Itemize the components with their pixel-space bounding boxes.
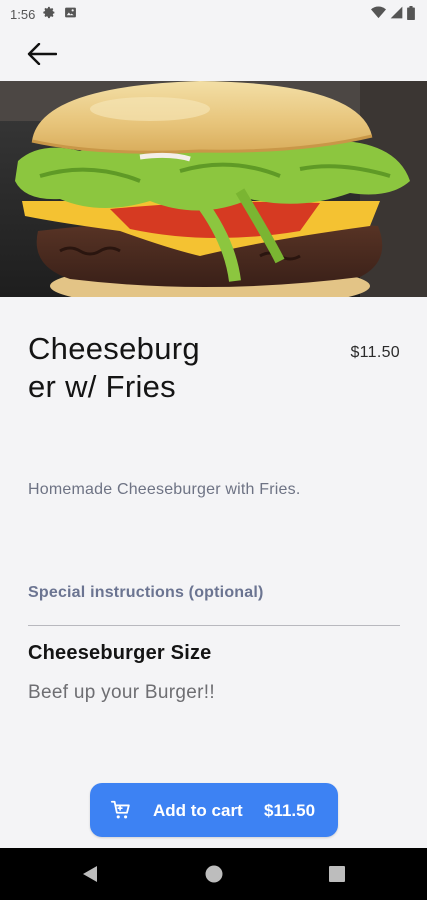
gear-icon (43, 6, 56, 22)
cart-icon (110, 800, 130, 819)
back-triangle-icon (83, 866, 97, 882)
add-to-cart-price: $11.50 (264, 801, 316, 820)
add-to-cart-button[interactable]: Add to cart $11.50 (90, 783, 338, 837)
battery-icon (407, 5, 415, 23)
app-bar (0, 28, 427, 80)
item-description: Homemade Cheeseburger with Fries. (28, 481, 301, 498)
option-group-subtitle: Beef up your Burger!! (28, 682, 215, 703)
home-circle-icon (205, 865, 223, 883)
burger-photo (0, 81, 427, 297)
status-left: 1:56 (10, 6, 77, 22)
status-time: 1:56 (10, 6, 36, 22)
item-price: $11.50 (350, 344, 400, 361)
add-to-cart-label: Add to cart (153, 801, 243, 820)
nav-recents-button[interactable] (307, 848, 367, 900)
arrow-left-icon (27, 43, 57, 65)
wifi-icon (371, 6, 386, 22)
option-group-title: Cheeseburger Size (28, 642, 212, 664)
back-button[interactable] (22, 36, 62, 72)
system-nav-bar (0, 848, 427, 900)
divider (28, 625, 400, 626)
special-instructions-link[interactable]: Special instructions (optional) (28, 584, 264, 602)
signal-icon (390, 6, 403, 22)
item-hero-image (0, 81, 427, 297)
nav-home-button[interactable] (184, 848, 244, 900)
status-right (371, 5, 415, 23)
status-bar: 1:56 (0, 0, 427, 28)
image-icon (64, 6, 77, 22)
item-title: Cheeseburger w/ Fries (28, 331, 200, 404)
recents-square-icon (329, 866, 345, 882)
nav-back-button[interactable] (60, 848, 120, 900)
